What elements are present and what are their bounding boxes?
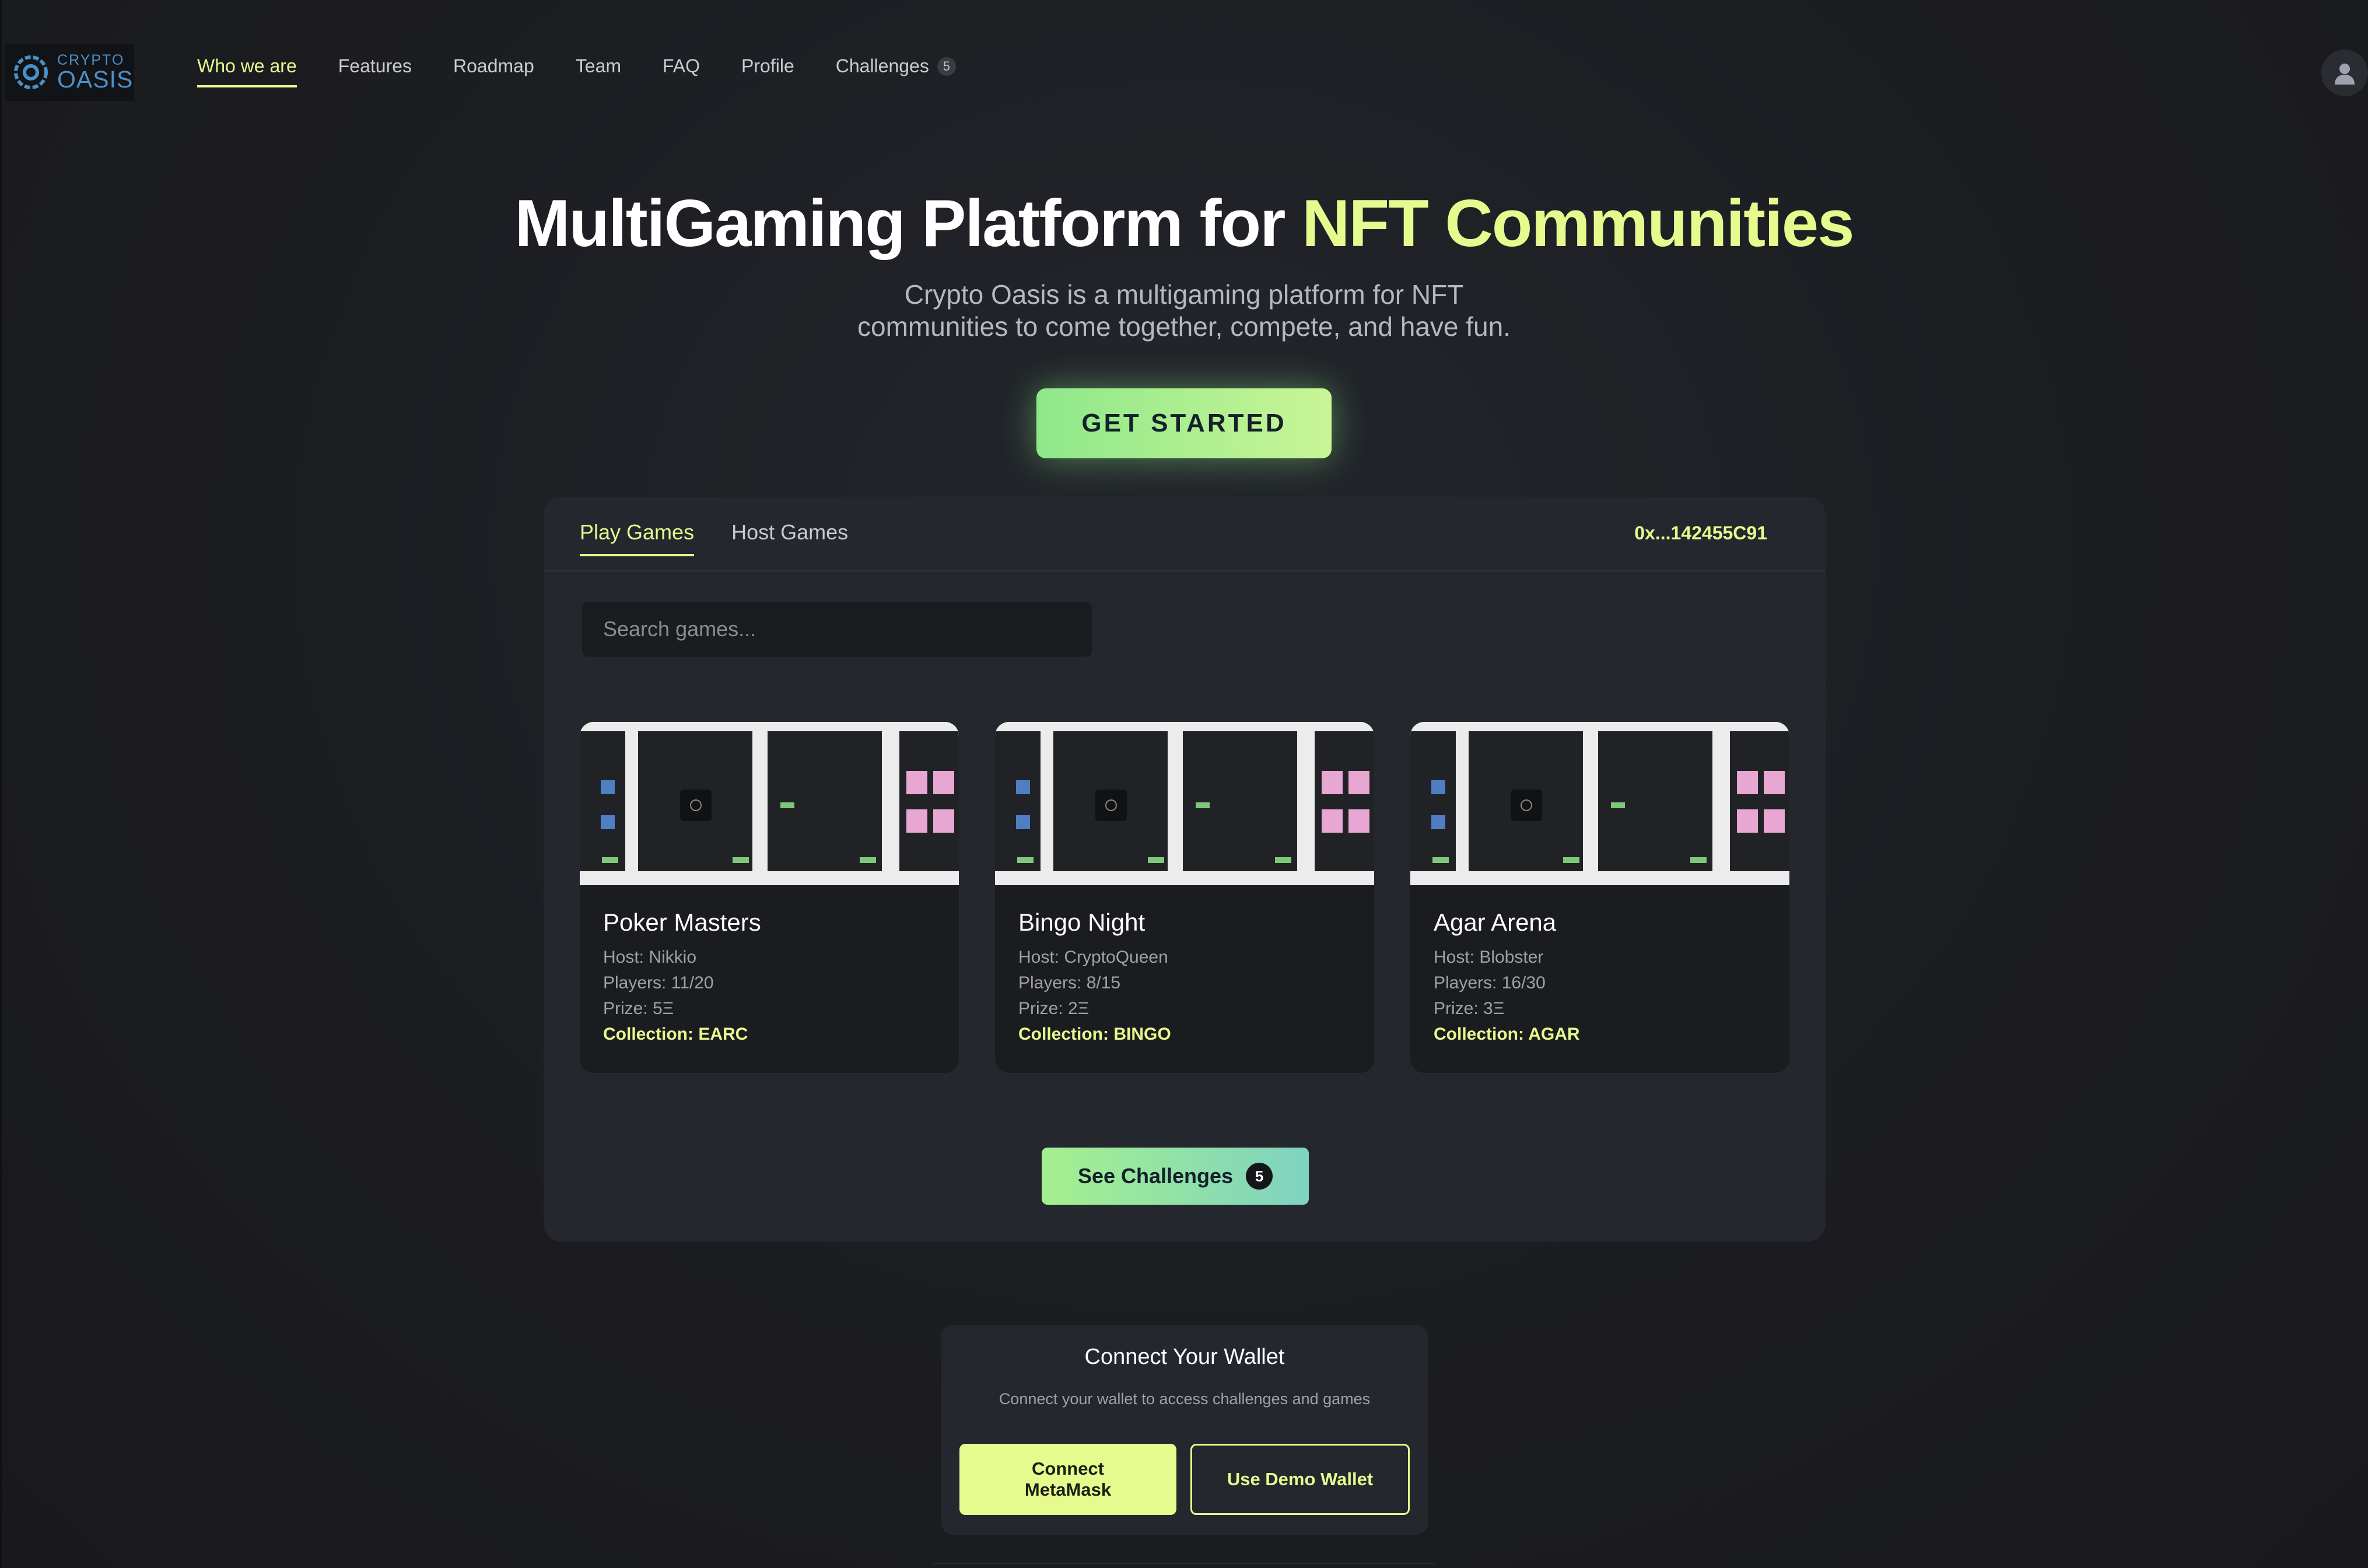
games-panel: Play Games Host Games 0x...142455C91 Sea… <box>544 497 1826 1241</box>
game-card-bingo-night[interactable]: Bingo Night Host: CryptoQueen Players: 8… <box>995 722 1374 1073</box>
game-host: Host: CryptoQueen <box>1018 948 1168 967</box>
logo-text-line2: OASIS <box>57 66 134 93</box>
wallet-address: 0x...142455C91 <box>1634 522 1767 543</box>
game-host: Host: Nikkio <box>603 948 697 967</box>
game-prize: Prize: 2Ξ <box>1018 999 1090 1018</box>
nav-features[interactable]: Features <box>338 55 412 87</box>
nav-faq[interactable]: FAQ <box>663 55 700 87</box>
hero-subtitle-line2: communities to come together, compete, a… <box>857 311 1511 342</box>
main-nav: Who we are Features Roadmap Team FAQ Pro… <box>197 55 997 87</box>
nav-profile[interactable]: Profile <box>741 55 794 87</box>
game-title: Agar Arena <box>1434 908 1557 936</box>
games-tabs: Play Games Host Games <box>580 520 848 556</box>
use-demo-wallet-button[interactable]: Use Demo Wallet <box>1190 1444 1410 1515</box>
game-prize: Prize: 3Ξ <box>1434 999 1505 1018</box>
game-thumbnail <box>1410 722 1789 885</box>
game-card-body: Poker Masters Host: Nikkio Players: 11/2… <box>603 908 761 1047</box>
connect-wallet-card: Connect Your Wallet Connect your wallet … <box>941 1325 1428 1535</box>
logo-mark-icon <box>14 55 48 89</box>
connect-wallet-title: Connect Your Wallet <box>1084 1345 1285 1369</box>
nav-label: Challenges <box>835 55 929 76</box>
search-input[interactable] <box>582 602 1092 657</box>
connect-metamask-button[interactable]: Connect MetaMask <box>959 1444 1176 1515</box>
nav-label: Profile <box>741 55 794 76</box>
nav-roadmap[interactable]: Roadmap <box>453 55 534 87</box>
game-card-body: Bingo Night Host: CryptoQueen Players: 8… <box>1018 908 1171 1047</box>
see-challenges-label: See Challenges <box>1077 1164 1234 1188</box>
logo-text: CRYPTO OASIS <box>57 53 133 92</box>
challenges-count-badge: 5 <box>1246 1163 1273 1190</box>
nav-label: Who we are <box>197 55 297 76</box>
tab-play-games[interactable]: Play Games <box>580 520 695 556</box>
game-collection: Collection: AGAR <box>1434 1025 1580 1044</box>
nav-team[interactable]: Team <box>576 55 621 87</box>
game-card-agar-arena[interactable]: Agar Arena Host: Blobster Players: 16/30… <box>1410 722 1789 1073</box>
game-players: Players: 8/15 <box>1018 973 1121 992</box>
nav-label: FAQ <box>663 55 700 76</box>
game-thumbnail <box>995 722 1374 885</box>
hero-title-accent: NFT Communities <box>1302 187 1854 261</box>
game-players: Players: 11/20 <box>603 973 714 992</box>
tab-host-games[interactable]: Host Games <box>731 520 848 556</box>
nav-challenges[interactable]: Challenges 5 <box>836 55 956 87</box>
avatar[interactable] <box>2321 50 2368 96</box>
game-collection: Collection: EARC <box>603 1025 748 1044</box>
hero-subtitle-line1: Crypto Oasis is a multigaming platform f… <box>904 279 1464 310</box>
game-players: Players: 16/30 <box>1434 973 1546 992</box>
game-card-poker-masters[interactable]: Poker Masters Host: Nikkio Players: 11/2… <box>580 722 959 1073</box>
challenges-count-badge: 5 <box>937 57 956 76</box>
nav-who-we-are[interactable]: Who we are <box>197 55 297 87</box>
nav-label: Team <box>575 55 622 76</box>
see-challenges-button[interactable]: See Challenges 5 <box>1042 1148 1309 1205</box>
tabs-divider <box>544 570 1826 571</box>
game-collection: Collection: BINGO <box>1018 1025 1171 1044</box>
hero-subtitle: Crypto Oasis is a multigaming platform f… <box>817 279 1551 343</box>
game-title: Bingo Night <box>1018 908 1146 936</box>
hero-title-main: MultiGaming Platform for <box>514 187 1302 261</box>
game-card-body: Agar Arena Host: Blobster Players: 16/30… <box>1434 908 1580 1047</box>
game-title: Poker Masters <box>603 908 761 936</box>
user-icon <box>2335 64 2355 85</box>
connect-wallet-subtitle: Connect your wallet to access challenges… <box>999 1390 1371 1408</box>
game-host: Host: Blobster <box>1434 948 1544 967</box>
nav-label: Features <box>338 55 412 76</box>
game-prize: Prize: 5Ξ <box>603 999 674 1018</box>
nav-label: Roadmap <box>453 55 534 76</box>
logo[interactable]: CRYPTO OASIS <box>5 44 134 101</box>
get-started-button[interactable]: GET STARTED <box>1036 388 1332 458</box>
game-thumbnail <box>580 722 959 885</box>
section-divider <box>933 1563 1435 1564</box>
hero-title: MultiGaming Platform for NFT Communities <box>0 185 2368 262</box>
